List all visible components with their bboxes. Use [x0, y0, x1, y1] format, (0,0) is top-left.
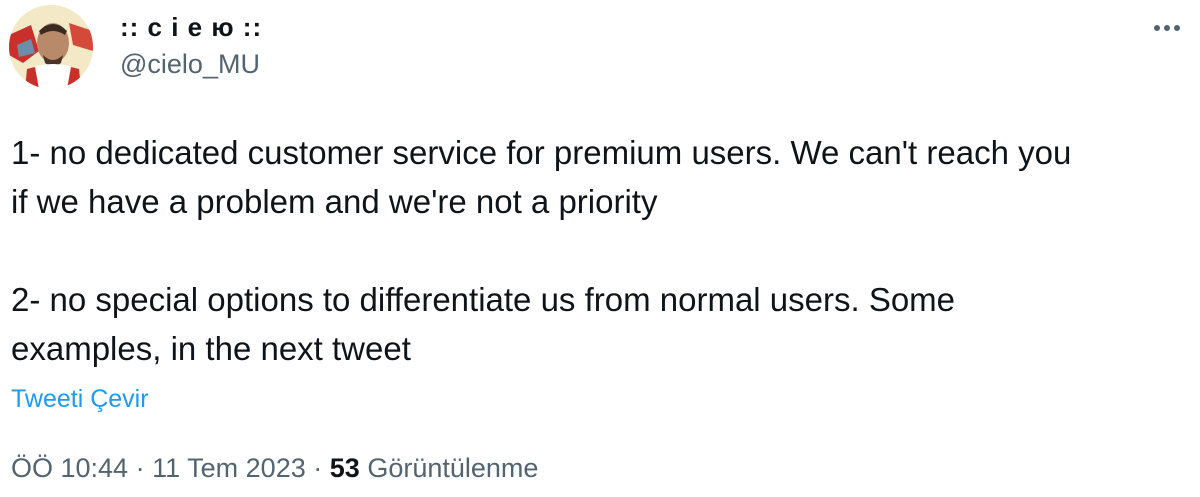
meta-separator: · [135, 453, 145, 483]
translate-tweet-link[interactable]: Tweeti Çevir [11, 385, 149, 414]
user-handle[interactable]: @cielo_MU [120, 49, 260, 80]
avatar[interactable] [9, 5, 93, 89]
display-name[interactable]: :: c i e ю :: [120, 12, 262, 43]
more-horizontal-icon[interactable] [1149, 14, 1185, 42]
avatar-image [9, 5, 93, 89]
tweet-meta: ÖÖ 10:44 · 11 Tem 2023 · 53 Görüntülenme [11, 453, 538, 484]
views-count: 53 [329, 453, 360, 483]
tweet-text: 1- no dedicated customer service for pre… [11, 134, 1072, 367]
views-label: Görüntülenme [367, 453, 539, 483]
meta-separator: · [313, 453, 323, 483]
tweet-date[interactable]: 11 Tem 2023 [152, 453, 306, 483]
tweet-time[interactable]: ÖÖ 10:44 [11, 453, 128, 483]
